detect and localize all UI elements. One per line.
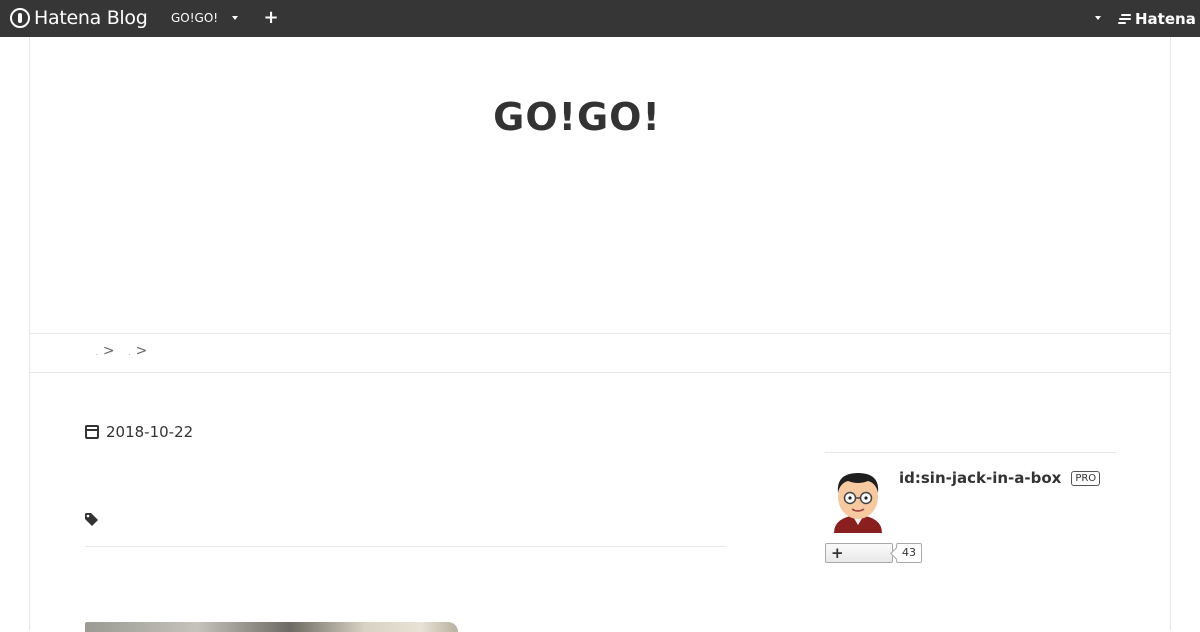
entry-image[interactable] bbox=[85, 622, 458, 632]
hatena-blog-logo[interactable]: Hatena Blog bbox=[10, 7, 148, 29]
plus-icon: + bbox=[831, 544, 844, 562]
new-entry-button[interactable]: + bbox=[262, 8, 280, 28]
profile-divider bbox=[825, 452, 1116, 453]
hatena-mark-icon bbox=[1118, 13, 1132, 25]
breadcrumb-link-home[interactable]: . bbox=[96, 350, 98, 357]
follower-count-label: 43 bbox=[902, 546, 916, 559]
brand-label: Hatena Blog bbox=[34, 7, 148, 29]
follow-button[interactable]: + bbox=[825, 543, 893, 563]
blog-switcher-label: GO!GO! bbox=[171, 11, 219, 25]
tag-icon bbox=[85, 513, 98, 526]
profile-id[interactable]: id:sin-jack-in-a-box PRO bbox=[899, 469, 1101, 487]
user-menu-chevron-down-icon[interactable] bbox=[1095, 16, 1101, 20]
entry-date-label: 2018-10-22 bbox=[106, 423, 194, 441]
global-header: Hatena Blog GO!GO! + Hatena bbox=[0, 0, 1200, 37]
breadcrumb-link-category[interactable]: . bbox=[129, 350, 131, 357]
follower-count[interactable]: 43 bbox=[896, 543, 922, 563]
breadcrumb-separator: > bbox=[102, 343, 115, 359]
profile-id-label: id:sin-jack-in-a-box bbox=[899, 469, 1062, 487]
hatena-blog-logo-icon bbox=[10, 8, 30, 28]
breadcrumb: . > . > bbox=[94, 343, 147, 359]
profile-avatar[interactable] bbox=[826, 465, 890, 533]
calendar-icon bbox=[85, 425, 99, 439]
breadcrumb-bar: . > . > bbox=[30, 333, 1170, 373]
hatena-label: Hatena bbox=[1135, 10, 1196, 28]
blog-container: GO!GO! . > . > 2018-10-22 id:sin-jack-in… bbox=[29, 37, 1171, 632]
breadcrumb-separator: > bbox=[135, 343, 148, 359]
hatena-home-link[interactable]: Hatena bbox=[1118, 10, 1196, 28]
blog-title[interactable]: GO!GO! bbox=[30, 95, 1124, 139]
entry-header-divider bbox=[85, 546, 725, 547]
entry-date[interactable]: 2018-10-22 bbox=[85, 423, 193, 441]
chevron-down-icon bbox=[232, 16, 239, 20]
pro-badge: PRO bbox=[1071, 470, 1101, 486]
blog-switcher[interactable]: GO!GO! bbox=[171, 11, 239, 25]
